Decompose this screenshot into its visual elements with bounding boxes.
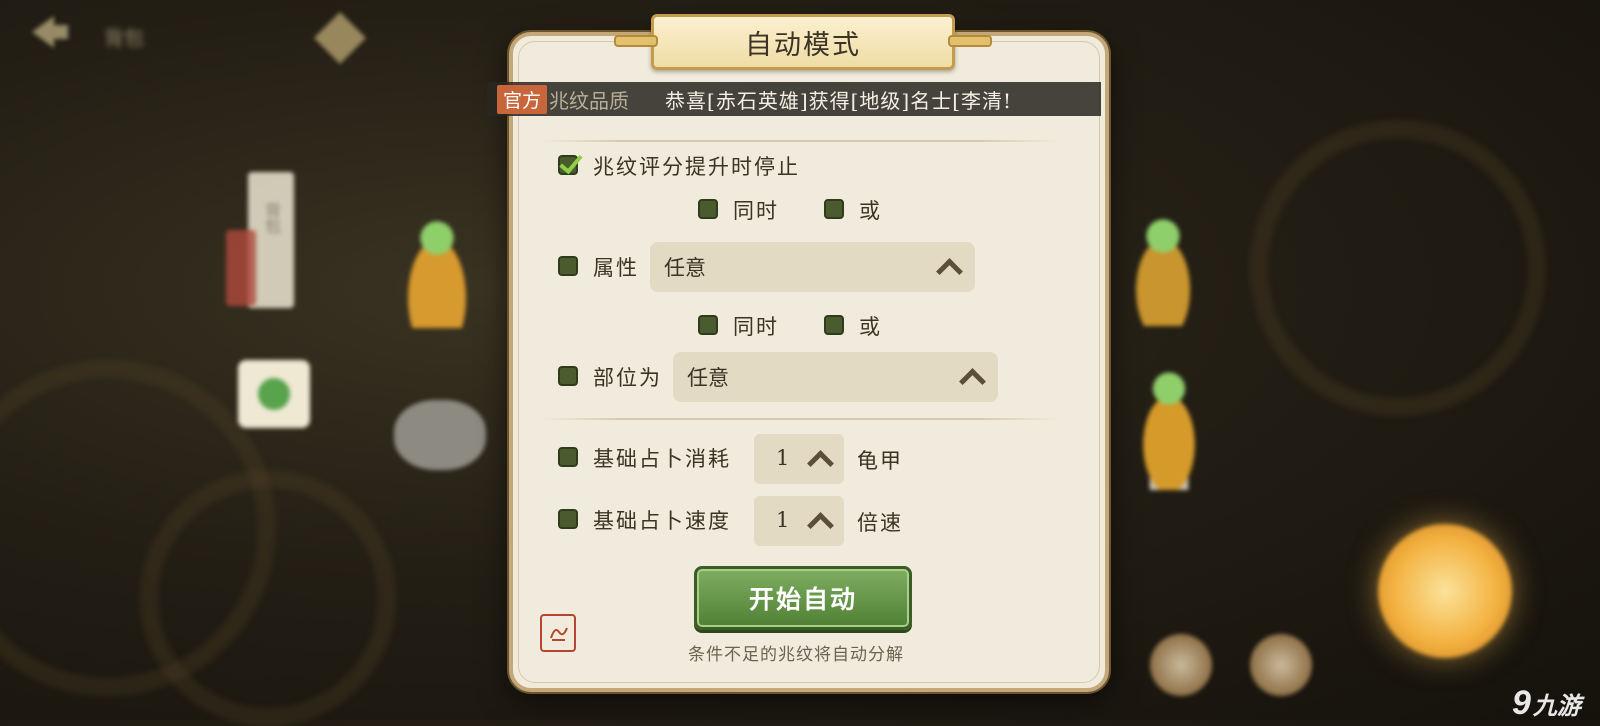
seal-stamp-icon: [540, 614, 576, 652]
base-speed-unit: 倍速: [857, 511, 903, 535]
base-cost-unit: 龟甲: [857, 449, 903, 473]
stop-on-improve-checkbox[interactable]: [558, 155, 578, 175]
base-speed-stepper[interactable]: 1: [754, 496, 844, 546]
base-speed-checkbox[interactable]: [558, 509, 578, 529]
position-dropdown[interactable]: 任意: [673, 352, 998, 402]
chevron-up-icon: [959, 368, 986, 395]
watermark-glyph: 9: [1512, 684, 1531, 722]
watermark-text: 九游: [1532, 693, 1581, 720]
right-statue-lower: [1124, 360, 1214, 490]
logic2-or-checkbox[interactable]: [824, 315, 844, 335]
start-auto-button[interactable]: 开始自动: [694, 566, 912, 630]
stop-on-improve-label: 兆纹评分提升时停止: [593, 155, 800, 179]
logic2-and-checkbox[interactable]: [698, 315, 718, 335]
base-speed-value: 1: [776, 508, 790, 532]
decompose-hint: 条件不足的兆纹将自动分解: [688, 645, 904, 665]
broadcast-bar: 官方 兆纹品质 恭喜[赤石英雄]获得[地级]名士[李清!: [487, 82, 1101, 116]
logic2-and-label: 同时: [733, 315, 779, 339]
banner-label: 背包: [262, 202, 281, 234]
position-label: 部位为: [593, 366, 662, 390]
watermark: 9九游: [1512, 684, 1581, 723]
logic2-or-label: 或: [859, 315, 882, 339]
emblem-icon: [312, 10, 368, 66]
base-cost-label: 基础占卜消耗: [593, 447, 731, 471]
dialog-title: 自动模式: [614, 14, 992, 70]
divination-orb-button[interactable]: [1378, 524, 1512, 658]
rock-decoration: [394, 400, 486, 470]
position-dropdown-value: 任意: [687, 366, 729, 390]
chevron-up-icon[interactable]: [807, 450, 834, 477]
back-arrow-icon: [32, 16, 68, 48]
logic1-or-checkbox[interactable]: [824, 199, 844, 219]
logic1-and-checkbox[interactable]: [698, 199, 718, 219]
round-menu-button-2[interactable]: [1250, 634, 1312, 696]
green-item-slot[interactable]: [238, 360, 310, 428]
left-statue: [392, 208, 482, 328]
red-seal-decoration: [226, 230, 256, 306]
attribute-dropdown[interactable]: 任意: [650, 242, 975, 292]
broadcast-previous-label: 兆纹品质: [549, 88, 630, 113]
right-statue-upper: [1118, 206, 1208, 326]
top-title: 背包: [104, 26, 144, 50]
attribute-label: 属性: [593, 256, 639, 280]
logic1-or-label: 或: [859, 199, 882, 223]
round-menu-button-1[interactable]: [1150, 634, 1212, 696]
base-speed-label: 基础占卜速度: [593, 509, 731, 533]
dialog-title-text: 自动模式: [745, 29, 861, 61]
divider-top: [540, 140, 1060, 142]
logic1-and-label: 同时: [733, 199, 779, 223]
chevron-up-icon: [936, 258, 963, 285]
broadcast-message: 恭喜[赤石英雄]获得[地级]名士[李清!: [665, 88, 1013, 113]
chevron-up-icon[interactable]: [807, 512, 834, 539]
divider-middle: [540, 418, 1060, 420]
back-button[interactable]: [28, 12, 72, 52]
base-cost-checkbox[interactable]: [558, 447, 578, 467]
base-cost-stepper[interactable]: 1: [754, 434, 844, 484]
attribute-checkbox[interactable]: [558, 256, 578, 276]
position-checkbox[interactable]: [558, 366, 578, 386]
attribute-dropdown-value: 任意: [664, 256, 706, 280]
official-tag: 官方: [497, 84, 548, 114]
base-cost-value: 1: [776, 446, 790, 470]
